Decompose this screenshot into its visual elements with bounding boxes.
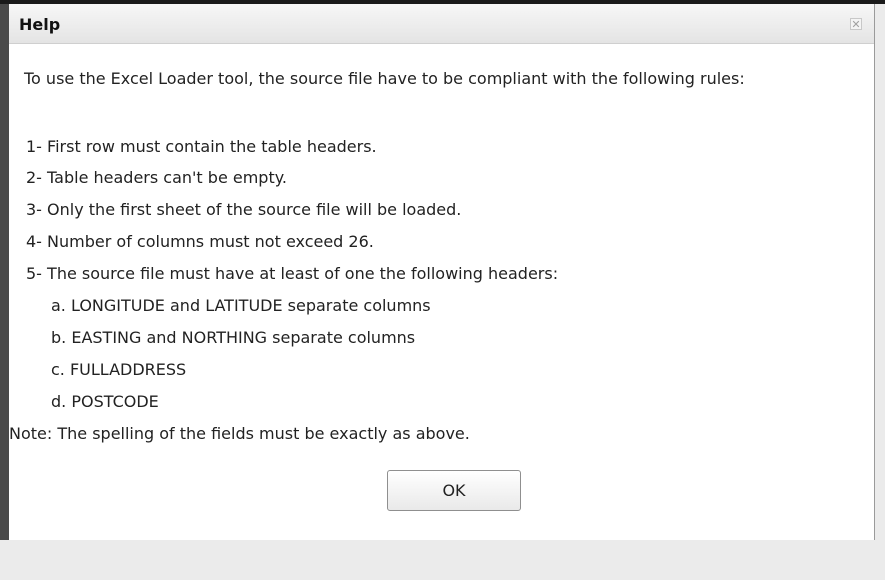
rule-item: 5- The source file must have at least of… <box>26 264 559 283</box>
left-edge-strip <box>0 4 9 540</box>
dialog-titlebar: Help ✕ <box>9 4 874 44</box>
dialog-content: To use the Excel Loader tool, the source… <box>9 44 874 580</box>
help-dialog: Help ✕ To use the Excel Loader tool, the… <box>9 4 875 580</box>
header-option: c. FULLADDRESS <box>51 360 187 379</box>
ok-button[interactable]: OK <box>387 470 521 511</box>
screen-background: Help ✕ To use the Excel Loader tool, the… <box>0 0 885 580</box>
header-option: a. LONGITUDE and LATITUDE separate colum… <box>51 296 431 315</box>
close-icon[interactable]: ✕ <box>850 18 862 31</box>
rule-item: 4- Number of columns must not exceed 26. <box>26 232 374 251</box>
note-text: Note: The spelling of the fields must be… <box>9 424 470 443</box>
header-option: b. EASTING and NORTHING separate columns <box>51 328 416 347</box>
header-option: d. POSTCODE <box>51 392 159 411</box>
dialog-footer-strip <box>9 550 874 580</box>
rule-item: 1- First row must contain the table head… <box>26 137 377 156</box>
rule-item: 2- Table headers can't be empty. <box>26 168 288 187</box>
rule-item: 3- Only the first sheet of the source fi… <box>26 200 462 219</box>
dialog-title: Help <box>19 15 61 34</box>
intro-text: To use the Excel Loader tool, the source… <box>24 69 745 88</box>
